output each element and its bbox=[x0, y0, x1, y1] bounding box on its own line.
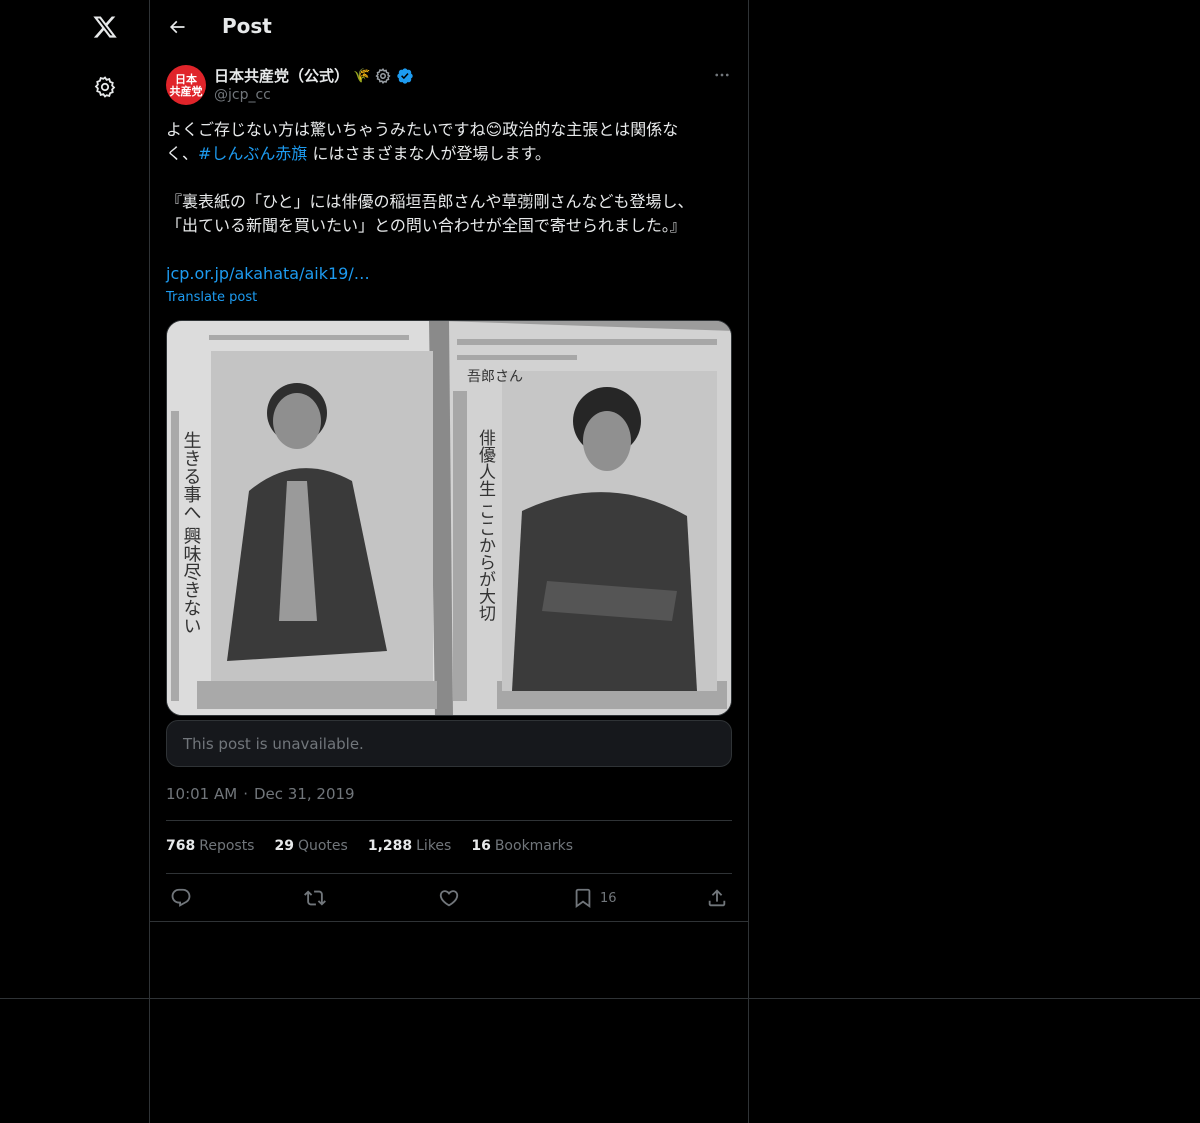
more-icon[interactable] bbox=[710, 64, 734, 86]
likes-stat[interactable]: 1,288 Likes bbox=[368, 838, 452, 854]
post-time[interactable]: 10:01 AM bbox=[166, 785, 237, 803]
rice-emoji: 🌾 bbox=[353, 67, 371, 84]
bookmarks-count: 16 bbox=[471, 838, 491, 854]
post-timestamp: 10:01 AM · Dec 31, 2019 bbox=[166, 785, 355, 803]
post-text-line1: よくご存じない方は驚いちゃうみたいですね😊政治的な主張とは関係な bbox=[166, 120, 679, 139]
repost-icon bbox=[304, 887, 326, 909]
translate-post-link[interactable]: Translate post bbox=[166, 290, 257, 305]
author-display-name[interactable]: 日本共産党（公式） bbox=[214, 65, 349, 86]
timestamp-separator: · bbox=[243, 785, 248, 803]
back-arrow-icon[interactable] bbox=[164, 14, 190, 40]
external-link[interactable]: jcp.or.jp/akahata/aik19/… bbox=[166, 262, 370, 286]
divider bbox=[166, 820, 732, 821]
likes-count: 1,288 bbox=[367, 838, 413, 854]
share-icon bbox=[706, 887, 728, 909]
reposts-stat[interactable]: 768 Reposts bbox=[166, 838, 254, 854]
engagement-stats: 768 Reposts 29 Quotes 1,288 Likes 16 Bookmar… bbox=[166, 838, 573, 854]
bookmark-icon bbox=[572, 887, 594, 909]
bottom-divider bbox=[0, 998, 1200, 999]
post-text-line2: く、#しんぶん赤旗 にはさまざまな人が登場します。 bbox=[166, 142, 734, 166]
hashtag-link[interactable]: #しんぶん赤旗 bbox=[198, 144, 307, 163]
reposts-label: Reposts bbox=[199, 838, 255, 854]
likes-label: Likes bbox=[416, 838, 452, 854]
quote-line2: 「出ている新聞を買いたい」との問い合わせが全国で寄せられました。』 bbox=[166, 216, 686, 235]
app-root: Post 日本 共産党 日本共産党（公式） 🌾 @jcp_cc よくご存じない方… bbox=[0, 0, 1200, 1123]
reposts-count: 768 bbox=[166, 838, 196, 854]
settings-badge-icon bbox=[374, 67, 392, 85]
author-name-row: 日本共産党（公式） 🌾 bbox=[214, 65, 414, 86]
gear-icon[interactable] bbox=[89, 71, 121, 103]
share-button[interactable] bbox=[706, 882, 728, 914]
unavailable-text: This post is unavailable. bbox=[183, 734, 364, 753]
post-image[interactable]: 生きる事へ 興味尽きない 吾郎さん 俳優人生 ここからが大切 bbox=[166, 320, 732, 716]
action-bar: 16 bbox=[150, 882, 748, 914]
unavailable-quote-card: This post is unavailable. bbox=[166, 720, 732, 767]
verified-badge-icon bbox=[396, 67, 414, 85]
page-title: Post bbox=[222, 14, 272, 38]
quotes-count: 29 bbox=[274, 838, 294, 854]
repost-button[interactable] bbox=[304, 882, 326, 914]
post-column: Post 日本 共産党 日本共産党（公式） 🌾 @jcp_cc よくご存じない方… bbox=[150, 0, 749, 1123]
like-icon bbox=[438, 887, 460, 909]
top-bar: Post bbox=[150, 0, 748, 54]
post-text-line2-suffix: にはさまざまな人が登場します。 bbox=[307, 144, 551, 163]
bookmark-count: 16 bbox=[600, 890, 617, 906]
left-headline: 生きる事へ 興味尽きない bbox=[181, 431, 202, 635]
quotes-stat[interactable]: 29 Quotes bbox=[274, 838, 347, 854]
avatar-text-line1: 日本 bbox=[175, 72, 197, 86]
bookmark-button[interactable]: 16 bbox=[572, 882, 617, 914]
newspaper-photo: 生きる事へ 興味尽きない 吾郎さん 俳優人生 ここからが大切 bbox=[167, 321, 731, 715]
reply-icon bbox=[170, 887, 192, 909]
post-text-line2-prefix: く、 bbox=[166, 144, 199, 163]
bookmarks-stat[interactable]: 16 Bookmarks bbox=[471, 838, 573, 854]
avatar-text-line2: 共産党 bbox=[169, 84, 203, 98]
avatar[interactable]: 日本 共産党 bbox=[166, 65, 206, 105]
post-text: よくご存じない方は驚いちゃうみたいですね😊政治的な主張とは関係な く、#しんぶん… bbox=[166, 118, 734, 286]
left-rail bbox=[0, 0, 150, 1123]
quote-line1: 『裏表紙の「ひと」には俳優の稲垣吾郎さんや草彅剛さんなども登場し、 bbox=[166, 192, 694, 211]
bookmarks-label: Bookmarks bbox=[494, 838, 574, 854]
quotes-label: Quotes bbox=[297, 838, 348, 854]
author-handle[interactable]: @jcp_cc bbox=[214, 87, 271, 103]
divider bbox=[150, 921, 748, 922]
post-date[interactable]: Dec 31, 2019 bbox=[254, 785, 355, 803]
divider bbox=[166, 873, 732, 874]
right-headline: 俳優人生 ここからが大切 bbox=[475, 429, 496, 621]
reply-button[interactable] bbox=[170, 882, 192, 914]
like-button[interactable] bbox=[438, 882, 460, 914]
x-logo-icon[interactable] bbox=[89, 11, 121, 43]
right-name: 吾郎さん bbox=[467, 369, 523, 385]
